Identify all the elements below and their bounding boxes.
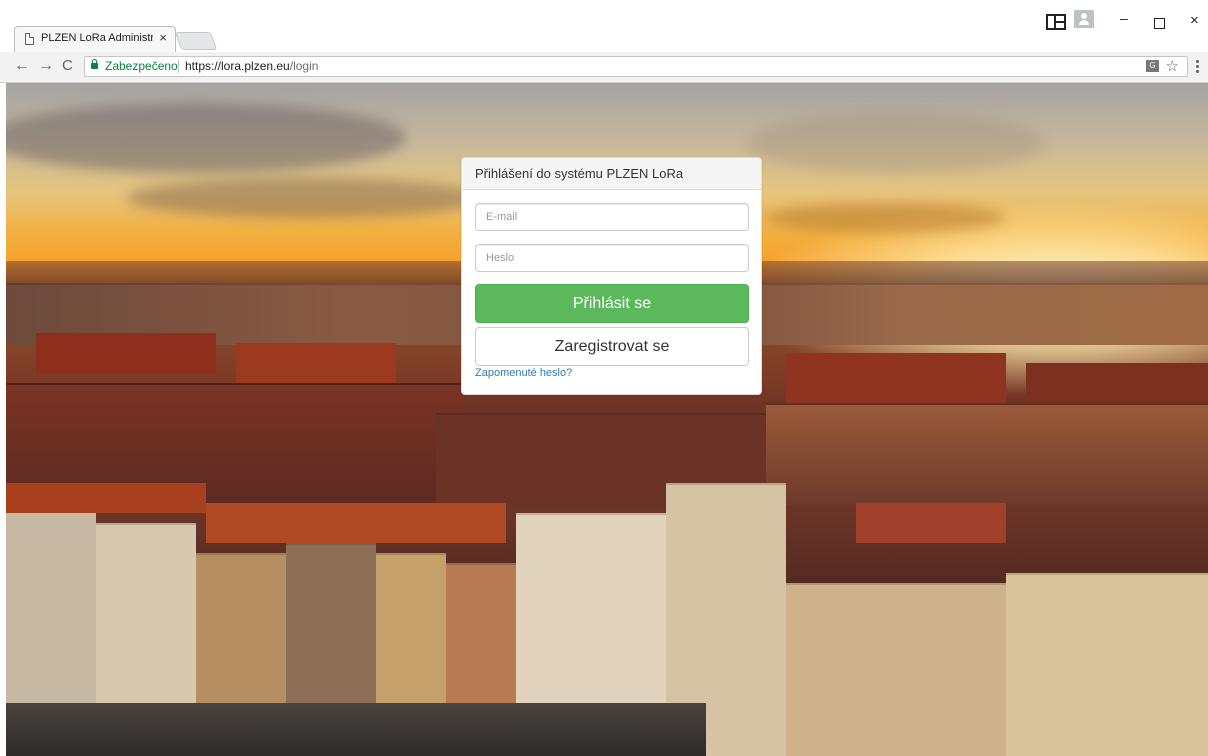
facade — [1006, 573, 1208, 756]
url-host: https://lora.plzen.eu — [185, 59, 290, 73]
address-separator — [178, 60, 179, 73]
panel-heading: Přihlášení do systému PLZEN LoRa — [462, 158, 761, 190]
panel-title: Přihlášení do systému PLZEN LoRa — [475, 166, 684, 181]
roof-shape — [856, 503, 1006, 543]
cloud-shape — [6, 103, 406, 173]
cloud-shape — [126, 178, 486, 218]
window-layout-icon[interactable] — [1046, 14, 1066, 30]
new-tab-button[interactable] — [174, 32, 218, 50]
cloud-shape — [746, 113, 1046, 173]
security-label: Zabezpečeno — [105, 59, 178, 73]
bookmark-star-icon[interactable]: ☆ — [1166, 57, 1179, 75]
reload-button[interactable]: C — [62, 56, 73, 76]
roof-shape — [36, 333, 216, 373]
translate-icon[interactable]: G — [1146, 60, 1159, 72]
minimize-button[interactable]: – — [1120, 10, 1128, 26]
browser-tab[interactable]: PLZEN LoRa Administrac × — [14, 26, 176, 52]
building-block — [766, 403, 1208, 505]
login-button[interactable]: Přihlásit se — [475, 284, 749, 323]
close-window-button[interactable]: × — [1190, 12, 1199, 29]
browser-toolbar: ← → C Zabezpečeno https://lora.plzen.eu/… — [0, 52, 1208, 83]
forgot-password-link[interactable]: Zapomenuté heslo? — [475, 367, 572, 379]
url-text[interactable]: https://lora.plzen.eu/login — [185, 59, 318, 73]
roof-shape — [206, 503, 506, 543]
address-bar[interactable]: Zabezpečeno https://lora.plzen.eu/login … — [84, 56, 1188, 77]
profile-icon[interactable] — [1074, 10, 1094, 28]
url-path: /login — [289, 59, 319, 73]
facade — [786, 583, 1006, 756]
document-icon — [25, 33, 34, 45]
street — [6, 703, 706, 756]
back-button[interactable]: ← — [14, 56, 30, 76]
email-field[interactable] — [475, 203, 749, 231]
roof-shape — [6, 483, 206, 513]
forward-button[interactable]: → — [38, 56, 54, 76]
password-field[interactable] — [475, 244, 749, 272]
roof-shape — [786, 353, 1006, 403]
login-panel: Přihlášení do systému PLZEN LoRa Přihlás… — [461, 157, 762, 395]
cloud-shape — [766, 203, 1006, 233]
lock-icon — [91, 59, 98, 69]
tab-strip: PLZEN LoRa Administrac × – × — [0, 0, 1208, 53]
tab-title: PLZEN LoRa Administrac — [41, 32, 153, 44]
kebab-menu-icon[interactable] — [1196, 60, 1199, 75]
register-button[interactable]: Zaregistrovat se — [475, 327, 749, 366]
page-background: Přihlášení do systému PLZEN LoRa Přihlás… — [6, 83, 1208, 756]
browser-window: PLZEN LoRa Administrac × – × ← → C Zabez… — [0, 0, 1208, 756]
maximize-button[interactable] — [1154, 18, 1165, 29]
tab-close-icon[interactable]: × — [159, 30, 167, 45]
